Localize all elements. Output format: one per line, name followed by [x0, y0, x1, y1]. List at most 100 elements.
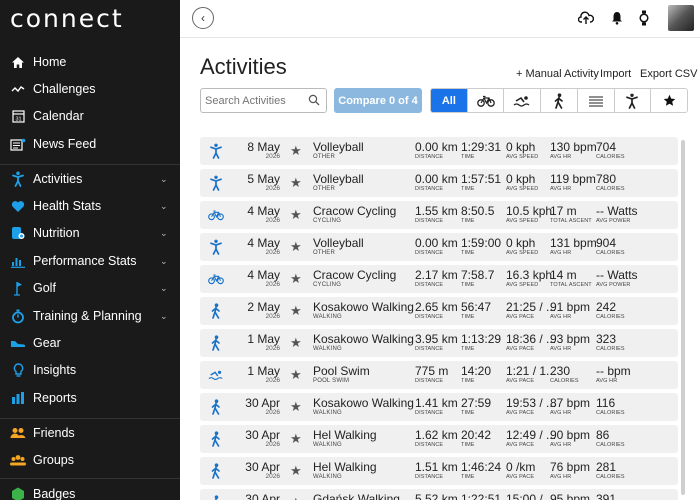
favorite-star-icon[interactable]: ★ [290, 143, 302, 159]
activity-name[interactable]: Kosakowo Walking [313, 396, 414, 410]
favorite-star-icon[interactable]: ★ [290, 239, 302, 255]
filter-walking-button[interactable] [540, 89, 577, 112]
manual-activity-link[interactable]: + Manual Activity [516, 68, 599, 80]
activity-row[interactable]: 4 May 2026 ★ Cracow Cycling CYCLING 2.17 km DI… [200, 265, 678, 293]
activity-row[interactable]: 4 May 2026 ★ Volleyball OTHER 0.00 km DISTANCE… [200, 233, 678, 261]
sidebar-item-groups[interactable]: Groups [0, 447, 180, 473]
favorite-star-icon[interactable]: ★ [290, 303, 302, 319]
chevron-down-icon: ⌄ [160, 282, 168, 293]
activity-stat-value: 0 /km [506, 460, 536, 474]
search-icon[interactable] [308, 94, 320, 106]
sidebar-item-insights[interactable]: Insights [0, 357, 180, 383]
activity-stat-value: 91 bpm [550, 300, 591, 314]
activity-row[interactable]: 1 May 2026 ★ Pool Swim POOL SWIM 775 m DISTANC… [200, 361, 678, 389]
activity-name[interactable]: Volleyball [313, 236, 364, 250]
activity-stat-label: AVG PACE [506, 314, 535, 320]
activity-row[interactable]: 5 May 2026 ★ Volleyball OTHER 0.00 km DISTANCE… [200, 169, 678, 197]
activity-stat-label: DISTANCE [415, 474, 444, 480]
svg-text:31: 31 [15, 117, 21, 123]
calendar-icon: 31 [10, 108, 26, 124]
activity-name[interactable]: Cracow Cycling [313, 268, 396, 282]
favorite-star-icon[interactable]: ★ [290, 463, 302, 479]
activity-name[interactable]: Cracow Cycling [313, 204, 396, 218]
activity-row[interactable]: 4 May 2026 ★ Cracow Cycling CYCLING 1.55 km DI… [200, 201, 678, 229]
sidebar-item-gear[interactable]: Gear [0, 330, 180, 356]
sidebar-item-calendar[interactable]: 31 Calendar [0, 103, 180, 129]
favorite-star-icon[interactable]: ★ [290, 271, 302, 287]
activity-name[interactable]: Volleyball [313, 172, 364, 186]
activity-type-filter: All [430, 88, 688, 113]
chevron-down-icon: ⌄ [160, 227, 168, 238]
activity-stat-label: CALORIES [596, 346, 625, 352]
activity-date: 4 May [247, 236, 280, 250]
sidebar-item-news-feed[interactable]: News Feed [0, 131, 180, 157]
activity-row[interactable]: 30 Apr 2026 ★ Hel Walking WALKING 1.51 km DIST… [200, 457, 678, 485]
activity-row[interactable]: 30 Apr 2026 ★ Kosakowo Walking WALKING 1.41 k… [200, 393, 678, 421]
sidebar-item-health-stats[interactable]: Health Stats ⌄ [0, 193, 180, 219]
activity-stat-value: 17 m [550, 204, 577, 218]
activity-name[interactable]: Kosakowo Walking [313, 300, 414, 314]
sidebar-item-home[interactable]: Home [0, 49, 180, 75]
connect-logo[interactable]: connect [10, 4, 124, 33]
activity-row[interactable]: 30 Apr2026★Gdańsk WalkingWALKING5.52 kmD… [200, 489, 678, 500]
strength-icon [588, 95, 604, 107]
activity-stat-value: 12:49 / ... [506, 428, 557, 442]
scrollbar[interactable] [681, 140, 685, 495]
user-avatar[interactable] [668, 5, 694, 31]
back-arrow-icon[interactable]: ‹ [192, 7, 214, 29]
activity-name[interactable]: Kosakowo Walking [313, 332, 414, 346]
favorite-star-icon[interactable]: ★ [290, 495, 302, 500]
sidebar-item-label: Insights [33, 363, 77, 377]
activity-row[interactable]: 8 May 2026 ★ Volleyball OTHER 0.00 km DISTANCE… [200, 137, 678, 165]
sync-cloud-icon[interactable] [578, 10, 594, 26]
favorite-star-icon[interactable]: ★ [290, 175, 302, 191]
sidebar-item-activities[interactable]: Activities ⌄ [0, 166, 180, 192]
sidebar-item-badges[interactable]: Badges [0, 481, 180, 500]
activity-year: 2026 [265, 441, 280, 448]
favorite-star-icon[interactable]: ★ [290, 367, 302, 383]
filter-favorites-star-button[interactable] [650, 89, 687, 112]
sidebar-item-friends[interactable]: Friends [0, 420, 180, 446]
sidebar-item-golf[interactable]: Golf ⌄ [0, 275, 180, 301]
filter-all-button[interactable]: All [431, 89, 467, 112]
compare-button[interactable]: Compare 0 of 4 [334, 88, 422, 113]
activity-name[interactable]: Gdańsk Walking [313, 492, 400, 500]
activity-name[interactable]: Volleyball [313, 140, 364, 154]
notification-bell-icon[interactable] [609, 10, 625, 26]
favorite-star-icon[interactable]: ★ [290, 207, 302, 223]
activity-stat-value: 0 kph [506, 236, 536, 250]
sidebar-item-performance-stats[interactable]: Performance Stats ⌄ [0, 248, 180, 274]
activity-stat-label: TIME [461, 442, 475, 448]
activity-date: 8 May [247, 140, 280, 154]
activity-stat-value: 130 bpm [550, 140, 597, 154]
activity-row[interactable]: 2 May 2026 ★ Kosakowo Walking WALKING 2.65 km… [200, 297, 678, 325]
favorite-star-icon[interactable]: ★ [290, 399, 302, 415]
activity-stat-value: 0 kph [506, 172, 536, 186]
activity-name[interactable]: Pool Swim [313, 364, 370, 378]
activity-name[interactable]: Hel Walking [313, 428, 377, 442]
filter-strength-button[interactable] [576, 89, 614, 112]
walking-icon [208, 431, 224, 447]
sidebar-item-label: Nutrition [33, 226, 80, 240]
device-watch-icon[interactable] [636, 10, 652, 26]
sidebar-item-challenges[interactable]: Challenges [0, 76, 180, 102]
sidebar-item-reports[interactable]: Reports [0, 385, 180, 411]
activity-row[interactable]: 30 Apr 2026 ★ Hel Walking WALKING 1.62 km DIST… [200, 425, 678, 453]
activity-row[interactable]: 1 May 2026 ★ Kosakowo Walking WALKING 3.95 km… [200, 329, 678, 357]
filter-cycling-button[interactable] [466, 89, 504, 112]
activity-stat-label: TIME [461, 314, 475, 320]
activity-stat-value: 7:58.7 [461, 268, 495, 282]
filter-other-activity-button[interactable] [613, 89, 651, 112]
filter-swimming-button[interactable] [503, 89, 541, 112]
sidebar-item-training-planning[interactable]: Training & Planning ⌄ [0, 303, 180, 329]
search-input[interactable] [201, 89, 306, 112]
sidebar-item-nutrition[interactable]: Nutrition ⌄ [0, 220, 180, 246]
favorite-star-icon[interactable]: ★ [290, 335, 302, 351]
activity-name[interactable]: Hel Walking [313, 460, 377, 474]
favorite-star-icon[interactable]: ★ [290, 431, 302, 447]
bar-chart-icon [10, 390, 26, 406]
import-link[interactable]: Import [600, 68, 631, 80]
activity-stat-label: DISTANCE [415, 154, 444, 160]
export-csv-link[interactable]: Export CSV [640, 68, 697, 80]
shoe-icon [10, 335, 26, 351]
